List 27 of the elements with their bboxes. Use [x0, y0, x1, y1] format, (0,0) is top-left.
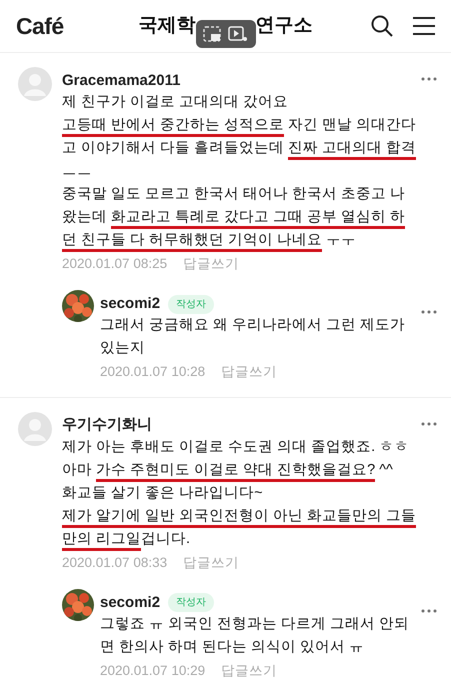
author-badge: 작성자 — [168, 593, 214, 612]
comment-date: 2020.01.07 08:33 — [62, 554, 168, 572]
comment-text: 그래서 궁금해요 왜 우리나라에서 그런 제도가 있는지 — [100, 316, 406, 358]
comment-date: 2020.01.07 10:28 — [100, 363, 206, 382]
more-icon[interactable] — [421, 422, 437, 426]
comment-text: 제 친구가 이걸로 고대의대 갔어요 고등때 반에서 중간하는 성적으로 자긴 맨날 의대간다 고 이야기해서 다들 흘려들었는데 진짜 고대의대 합격 ㅡㅡ 중국말 일도 모르고 한국서 태어나 한국서 초중고 나 왔는데 화교라고 특례로 갔다고 그때 공부 열심히 하 던 친구들 다 허무해했던 기억이 나네요 ㅜㅜ — [62, 91, 416, 252]
comment-date: 2020.01.07 10:29 — [100, 662, 206, 680]
cafe-logo[interactable]: Café — [16, 8, 96, 44]
author-name[interactable]: secomi2 — [100, 293, 160, 316]
author-badge: 작성자 — [168, 294, 214, 314]
menu-icon[interactable] — [413, 17, 435, 35]
comment-date: 2020.01.07 08:25 — [62, 255, 168, 273]
cafe-title: 국제학 — [138, 14, 196, 38]
more-icon[interactable] — [421, 310, 437, 314]
author-name[interactable]: 우기수기화니 — [62, 414, 152, 437]
comment-text: 그렇죠 ㅠ 외국인 전형과는 다르게 그래서 안되 면 한의사 하며 된다는 의식이 있어서 ㅠ — [100, 614, 410, 657]
avatar-icon — [18, 67, 52, 101]
more-icon[interactable] — [421, 77, 437, 81]
more-icon[interactable] — [421, 608, 437, 613]
comment-text: 제가 아는 후배도 이걸로 수도권 의대 졸업했죠. ㅎㅎ 아마 가수 주현미도 이걸로 약대 진학했을걸요? ^^ 화교들 살기 좋은 나라입니다~ 제가 알기에 일반 외국인전형이 아닌 화교들만의 그들 만의 리그일 겁니다. — [62, 436, 416, 550]
author-name[interactable]: Gracemama2011 — [62, 70, 180, 92]
author-name[interactable]: secomi2 — [100, 592, 160, 614]
video-icon[interactable] — [228, 26, 248, 42]
search-icon[interactable] — [371, 15, 393, 37]
avatar-icon — [18, 412, 52, 446]
resize-icon[interactable] — [203, 26, 221, 42]
cafe-title: 연구소 — [256, 14, 312, 38]
